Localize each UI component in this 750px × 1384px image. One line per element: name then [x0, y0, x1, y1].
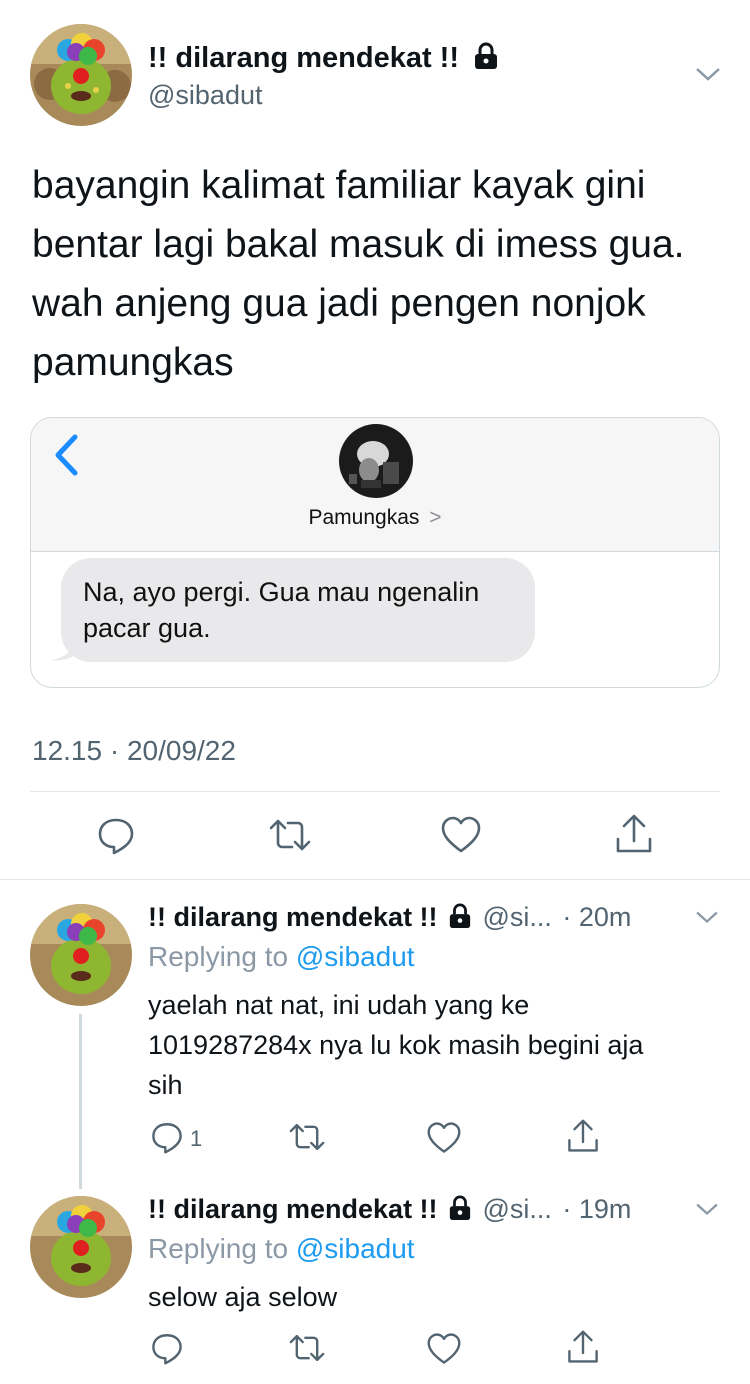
replying-handle-link[interactable]: @sibadut — [296, 1233, 415, 1264]
reply-line: sih — [148, 1070, 183, 1100]
replying-handle-link[interactable]: @sibadut — [296, 941, 415, 972]
reply-time[interactable]: · 19m — [562, 1194, 631, 1224]
reply-display-name[interactable]: !! dilarang mendekat !! — [148, 902, 438, 932]
reply-body: yaelah nat nat, ini udah yang ke 1019287… — [148, 985, 723, 1105]
retweet-icon[interactable] — [288, 1331, 326, 1365]
lock-icon — [448, 1195, 472, 1226]
contact-avatar — [339, 424, 413, 498]
share-icon[interactable] — [566, 1329, 600, 1365]
reply-line: yaelah nat nat, ini udah yang ke — [148, 990, 530, 1020]
author-handle[interactable]: @sibadut — [148, 80, 262, 111]
tweet-line: bentar lagi bakal masuk di imess gua. — [32, 223, 685, 266]
chevron-down-icon[interactable] — [694, 64, 722, 89]
retweet-icon[interactable] — [288, 1120, 326, 1154]
tweet-body: bayangin kalimat familiar kayak gini ben… — [32, 156, 732, 392]
replying-prefix: Replying to — [148, 941, 289, 972]
reply-icon[interactable] — [150, 1120, 184, 1154]
share-icon[interactable] — [614, 813, 654, 855]
share-icon[interactable] — [566, 1118, 600, 1154]
replying-to: Replying to @sibadut — [148, 1233, 415, 1265]
message-line: pacar gua. — [83, 613, 211, 643]
reply-icon[interactable] — [150, 1331, 184, 1365]
reply-icon[interactable] — [96, 815, 136, 855]
reply-header: !! dilarang mendekat !! @si... · 20m — [148, 902, 718, 934]
bubble-tail — [51, 640, 77, 662]
reply-handle[interactable]: @si... — [482, 902, 551, 932]
like-icon[interactable] — [426, 1121, 462, 1155]
tweet-timestamp[interactable]: 12.15 · 20/09/22 — [32, 735, 236, 767]
message-line: Na, ayo pergi. Gua mau ngenalin — [83, 577, 480, 607]
tweet-line: pamungkas — [32, 341, 234, 384]
contact-chevron: > — [429, 506, 442, 529]
attached-image[interactable]: Pamungkas > Na, ayo pergi. Gua mau ngena… — [30, 417, 720, 688]
lock-icon — [473, 42, 499, 78]
tweet-line: bayangin kalimat familiar kayak gini — [32, 164, 646, 207]
reply-display-name[interactable]: !! dilarang mendekat !! — [148, 1194, 438, 1224]
back-chevron-icon — [53, 434, 81, 481]
message-bubble: Na, ayo pergi. Gua mau ngenalin pacar gu… — [61, 558, 535, 662]
reply-avatar[interactable] — [30, 1196, 132, 1298]
replying-prefix: Replying to — [148, 1233, 289, 1264]
reply-count: 1 — [190, 1126, 203, 1151]
tweet-line: wah anjeng gua jadi pengen nonjok — [32, 282, 646, 325]
reply-time[interactable]: · 20m — [562, 902, 631, 932]
thread-line — [79, 1014, 82, 1189]
chevron-down-icon[interactable] — [694, 1200, 720, 1223]
reply-line: 1019287284x nya lu kok masih begini aja — [148, 1030, 644, 1060]
reply-handle[interactable]: @si... — [482, 1194, 551, 1224]
like-icon[interactable] — [440, 815, 482, 855]
divider — [30, 791, 720, 792]
author-display-name[interactable]: !! dilarang mendekat !! — [148, 42, 499, 78]
author-avatar[interactable] — [30, 24, 132, 126]
imessage-header: Pamungkas > — [31, 418, 719, 552]
like-icon[interactable] — [426, 1332, 462, 1366]
reply-header: !! dilarang mendekat !! @si... · 19m — [148, 1194, 718, 1226]
author-name-text: !! dilarang mendekat !! — [148, 42, 459, 74]
chevron-down-icon[interactable] — [694, 908, 720, 931]
replying-to: Replying to @sibadut — [148, 941, 415, 973]
reply-body: selow aja selow — [148, 1277, 723, 1317]
reply-avatar[interactable] — [30, 904, 132, 1006]
retweet-icon[interactable] — [268, 815, 312, 855]
contact-name-text: Pamungkas — [308, 506, 420, 529]
contact-name: Pamungkas > — [31, 506, 719, 530]
divider — [0, 879, 750, 880]
lock-icon — [448, 903, 472, 934]
reply-line: selow aja selow — [148, 1282, 338, 1312]
